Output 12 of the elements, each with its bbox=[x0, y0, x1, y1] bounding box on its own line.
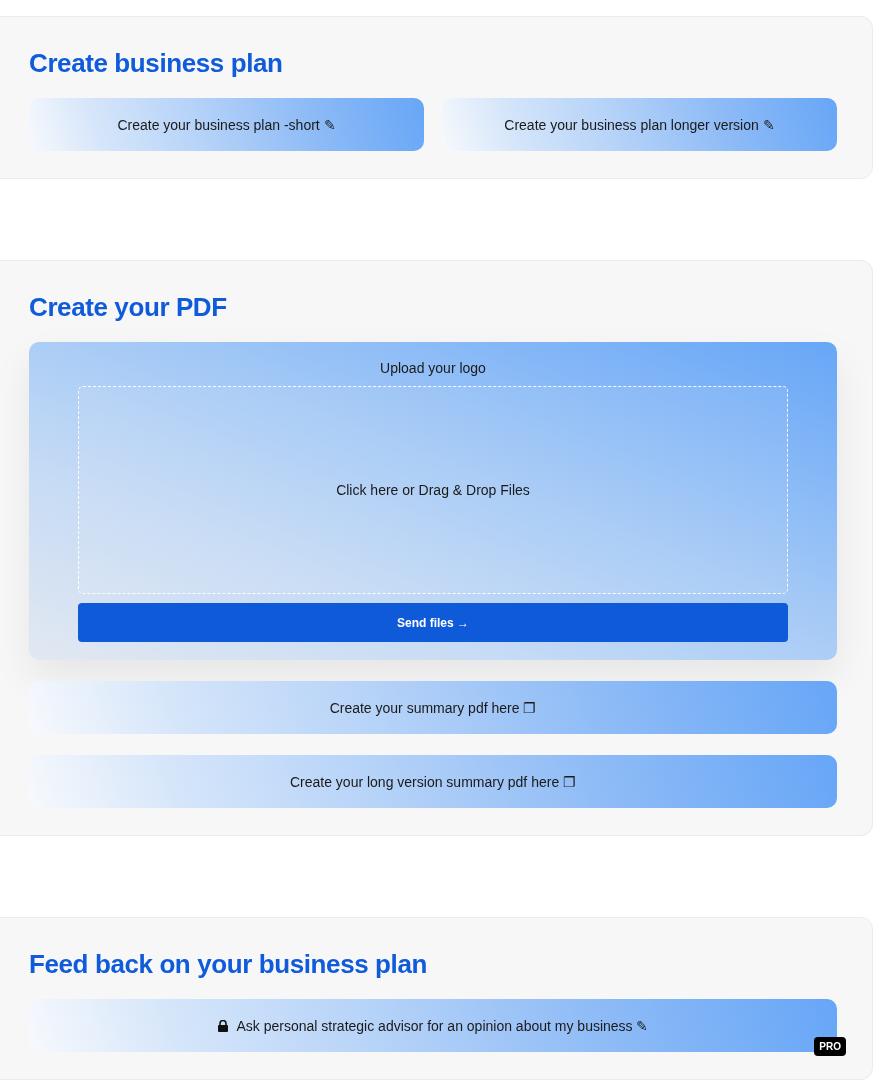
drop-zone[interactable]: Click here or Drag & Drop Files bbox=[78, 386, 788, 594]
upload-label: Upload your logo bbox=[380, 359, 486, 377]
action-button[interactable]: Create your summary pdf here ❐ bbox=[29, 681, 837, 734]
section-title: Feed back on your business plan bbox=[29, 948, 428, 980]
section-title: Create business plan bbox=[29, 47, 284, 79]
section-title: Create your PDF bbox=[29, 291, 228, 323]
action-button[interactable]: Create your business plan -short ✎ bbox=[29, 98, 424, 151]
send-button[interactable]: Send files → bbox=[78, 603, 788, 642]
action-button[interactable]: Create your long version summary pdf here ❐ bbox=[29, 755, 837, 808]
action-button[interactable]: Create your business plan longer version ✎ bbox=[442, 98, 837, 151]
pro-badge: PRO bbox=[814, 1037, 846, 1056]
lock-icon bbox=[217, 1019, 228, 1032]
